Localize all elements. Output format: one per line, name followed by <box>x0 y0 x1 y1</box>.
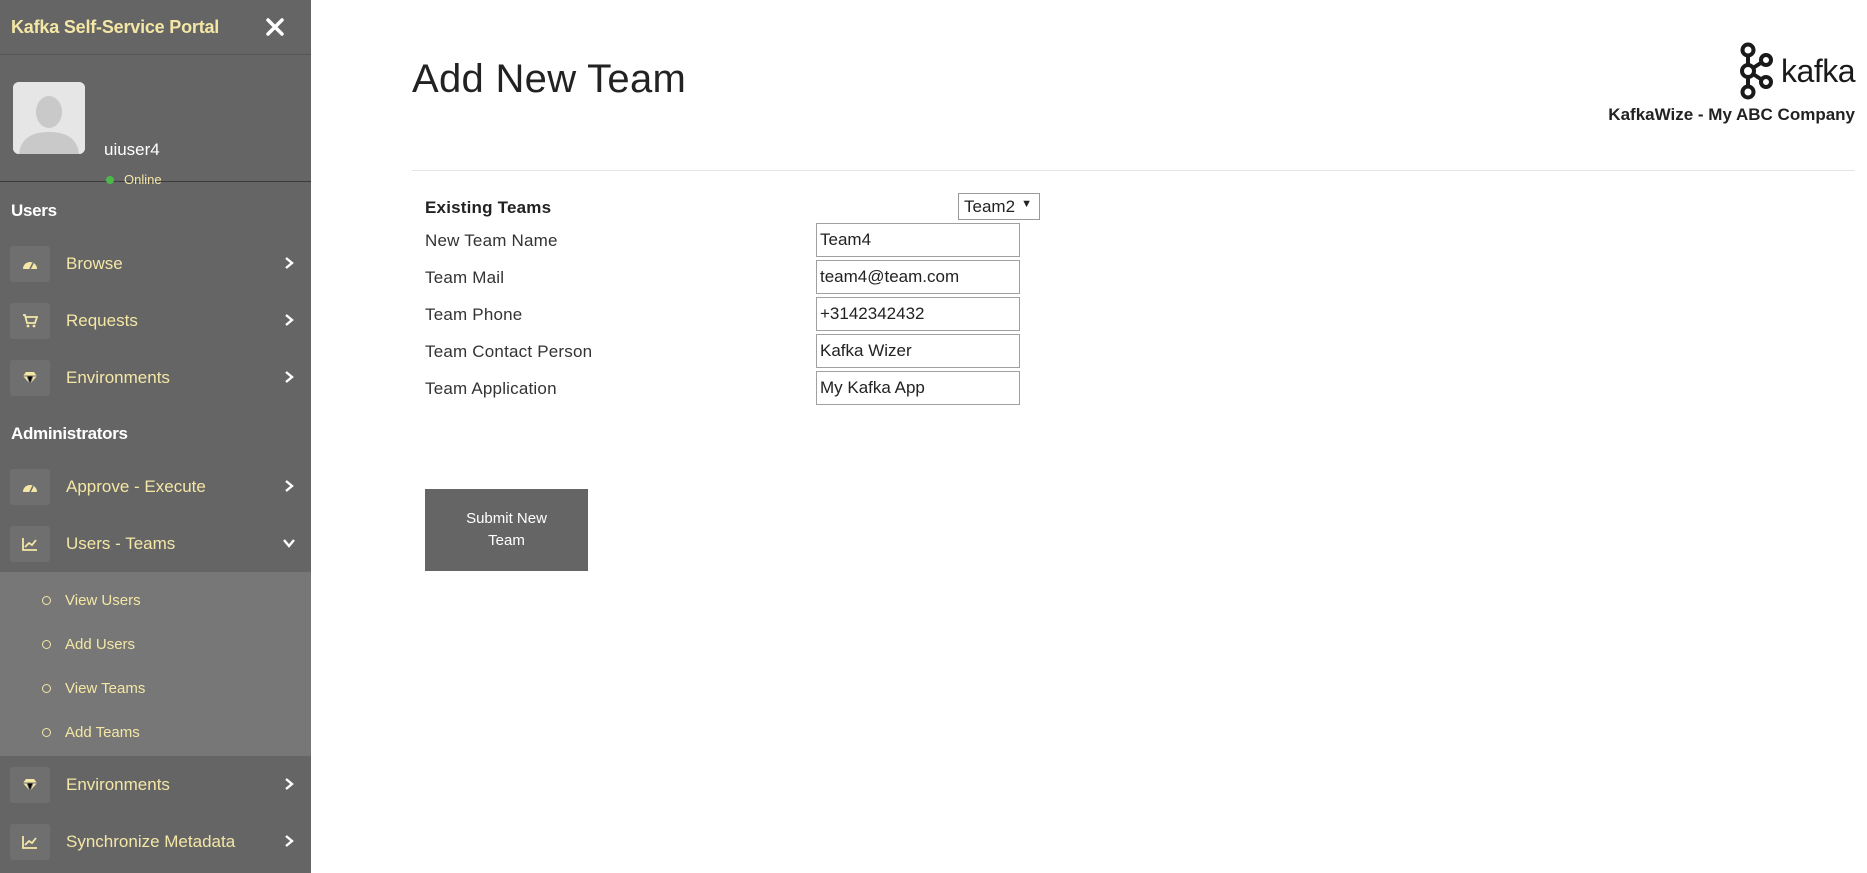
username: uiuser4 <box>104 140 160 159</box>
app-root: Kafka Self-Service Portal uiuser4 Online… <box>0 0 1867 873</box>
form-row-contact-person: Team Contact Person <box>425 334 1065 371</box>
kafka-logo: kafka <box>1737 42 1855 100</box>
nav-item-requests[interactable]: Requests <box>0 292 311 349</box>
nav-label: Environments <box>66 774 170 794</box>
diamond-icon <box>10 359 50 396</box>
sidebar-brand: Kafka Self-Service Portal <box>0 0 311 55</box>
nav-item-approve-execute[interactable]: Approve - Execute <box>0 458 311 515</box>
team-application-input[interactable] <box>816 371 1020 405</box>
admins-section-header: Administrators <box>11 424 128 443</box>
header-divider <box>412 170 1855 171</box>
nav-label: Environments <box>66 367 170 387</box>
existing-teams-select[interactable]: Team2 ▼ <box>958 193 1040 220</box>
team-mail-label: Team Mail <box>425 268 505 287</box>
nav-item-environments[interactable]: Environments <box>0 349 311 406</box>
avatar <box>13 82 85 154</box>
contact-person-input[interactable] <box>816 334 1020 368</box>
caret-down-icon: ▼ <box>1021 198 1032 210</box>
chart-icon <box>10 823 50 860</box>
diamond-icon <box>10 766 50 803</box>
logo-text: kafka <box>1781 52 1855 89</box>
chevron-right-icon <box>281 776 297 792</box>
chevron-down-icon <box>281 535 297 551</box>
team-phone-input[interactable] <box>816 297 1020 331</box>
sub-item-label: Add Users <box>65 635 136 653</box>
company-name: KafkaWize - My ABC Company <box>1608 105 1855 124</box>
chart-icon <box>10 525 50 562</box>
nav-item-browse[interactable]: Browse <box>0 235 311 292</box>
submit-new-team-button[interactable]: Submit New Team <box>425 489 588 571</box>
dashboard-icon <box>10 468 50 505</box>
close-icon[interactable] <box>259 11 291 43</box>
nav-label: Users - Teams <box>66 533 176 553</box>
dashboard-icon <box>10 245 50 282</box>
users-section-header: Users <box>11 201 57 220</box>
sub-item-view-teams[interactable]: View Teams <box>0 666 311 710</box>
nav-label: Requests <box>66 310 138 330</box>
sub-item-label: Add Teams <box>65 723 140 741</box>
chevron-right-icon <box>281 369 297 385</box>
nav-item-admin-environments[interactable]: Environments <box>0 756 311 813</box>
cart-icon <box>10 302 50 339</box>
kafka-logo-icon <box>1740 42 1774 100</box>
form-row-team-mail: Team Mail <box>425 260 1065 297</box>
add-team-form: Existing Teams Team2 ▼ New Team Name Tea… <box>425 190 1065 408</box>
chevron-right-icon <box>281 833 297 849</box>
sub-item-add-users[interactable]: Add Users <box>0 622 311 666</box>
form-row-team-phone: Team Phone <box>425 297 1065 334</box>
existing-teams-label: Existing Teams <box>425 198 552 217</box>
contact-person-label: Team Contact Person <box>425 342 593 361</box>
online-dot-icon <box>106 175 114 184</box>
sub-item-add-teams[interactable]: Add Teams <box>0 710 311 754</box>
chevron-right-icon <box>281 255 297 271</box>
team-application-label: Team Application <box>425 379 557 398</box>
nav-item-synchronize-metadata[interactable]: Synchronize Metadata <box>0 813 311 870</box>
nav-label: Synchronize Metadata <box>66 831 236 851</box>
team-phone-label: Team Phone <box>425 305 523 324</box>
page-title: Add New Team <box>412 57 687 101</box>
main-content: Add New Team kafka KafkaWize - My ABC Co… <box>311 0 1867 873</box>
form-row-team-application: Team Application <box>425 371 1065 408</box>
circle-icon <box>42 595 51 605</box>
team-name-input[interactable] <box>816 223 1020 257</box>
existing-teams-selected: Team2 <box>964 196 1016 216</box>
sub-item-view-users[interactable]: View Users <box>0 578 311 622</box>
nav-item-users-teams[interactable]: Users - Teams <box>0 515 311 572</box>
circle-icon <box>42 727 51 737</box>
brand-title: Kafka Self-Service Portal <box>11 16 220 37</box>
user-panel: uiuser4 Online <box>0 55 311 187</box>
circle-icon <box>42 683 51 693</box>
sub-item-label: View Users <box>65 591 141 609</box>
users-teams-submenu: View Users Add Users View Teams Add Team… <box>0 572 311 756</box>
chevron-right-icon <box>281 478 297 494</box>
circle-icon <box>42 639 51 649</box>
team-name-label: New Team Name <box>425 231 558 250</box>
status-label: Online <box>124 172 162 187</box>
sidebar: Kafka Self-Service Portal uiuser4 Online… <box>0 0 311 873</box>
nav-label: Browse <box>66 253 123 273</box>
chevron-right-icon <box>281 312 297 328</box>
sub-item-label: View Teams <box>65 679 146 697</box>
user-status: Online <box>106 172 162 187</box>
form-row-team-name: New Team Name <box>425 223 1065 260</box>
team-mail-input[interactable] <box>816 260 1020 294</box>
existing-teams-row: Existing Teams Team2 ▼ <box>425 190 1065 223</box>
nav-label: Approve - Execute <box>66 476 206 496</box>
